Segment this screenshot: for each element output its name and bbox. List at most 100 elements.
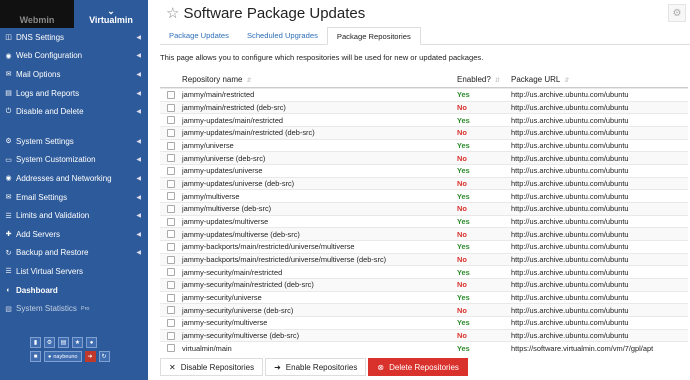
row-checkbox[interactable] bbox=[167, 179, 175, 188]
sidebar-item-disable-and-delete[interactable]: ⏻ Disable and Delete ◀ bbox=[0, 102, 148, 121]
disable-repositories-button[interactable]: ✕ Disable Repositories bbox=[160, 358, 264, 376]
palette-icon[interactable]: ● bbox=[86, 337, 97, 348]
table-row[interactable]: jammy/universe Yes http://us.archive.ubunt… bbox=[160, 138, 688, 152]
user-button[interactable]: ● naybeuno bbox=[44, 351, 82, 362]
table-row[interactable]: jammy/universe (deb-src) No http://us.arch… bbox=[160, 151, 688, 165]
table-row[interactable]: jammy-updates/universe (deb-src) No http:/… bbox=[160, 176, 688, 190]
row-checkbox[interactable] bbox=[167, 268, 175, 277]
sidebar-item-mail-options[interactable]: ✉ Mail Options ◀ bbox=[0, 65, 148, 84]
table-row[interactable]: jammy-security/universe (deb-src) No http:… bbox=[160, 303, 688, 317]
table-row[interactable]: jammy-security/universe Yes http://us.arch… bbox=[160, 290, 688, 304]
tab-package-repositories[interactable]: Package Repositories bbox=[326, 27, 421, 45]
table-row[interactable]: jammy/multiverse Yes http://us.archive.ubu… bbox=[160, 189, 688, 202]
row-checkbox[interactable] bbox=[167, 293, 175, 302]
row-checkbox[interactable] bbox=[167, 242, 175, 251]
sidebar-item-system-customization[interactable]: ▭ System Customization ◀ bbox=[0, 151, 148, 170]
table-row[interactable]: jammy/multiverse (deb-src) No http://us.ar… bbox=[160, 202, 688, 215]
mail-icon: ✉ bbox=[5, 71, 12, 79]
sidebar-item-system-settings[interactable]: ⚙ System Settings ◀ bbox=[0, 132, 148, 151]
enabled-status: Yes bbox=[457, 90, 470, 100]
row-checkbox[interactable] bbox=[167, 306, 175, 315]
repository-name: jammy-security/multiverse bbox=[182, 318, 268, 328]
enabled-status: Yes bbox=[457, 191, 470, 201]
sidebar-item-limits-and-validation[interactable]: ☰ Limits and Validation ◀ bbox=[0, 206, 148, 225]
row-checkbox[interactable] bbox=[167, 128, 175, 137]
refresh-icon[interactable]: ↻ bbox=[98, 351, 110, 362]
row-checkbox[interactable] bbox=[167, 255, 175, 264]
row-checkbox[interactable] bbox=[167, 217, 175, 226]
package-url: http://us.archive.ubuntu.com/ubuntu bbox=[511, 166, 629, 176]
logout-icon[interactable]: ➜ bbox=[84, 351, 96, 362]
sidebar-item-email-settings[interactable]: ✉ Email Settings ◀ bbox=[0, 188, 148, 207]
row-checkbox[interactable] bbox=[167, 154, 175, 163]
delete-repositories-button[interactable]: ⊗ Delete Repositories bbox=[368, 358, 468, 376]
tab-package-updates[interactable]: Package Updates bbox=[160, 27, 238, 44]
sort-icon: ⇵ bbox=[564, 77, 570, 84]
tab-scheduled-upgrades[interactable]: Scheduled Upgrades bbox=[238, 27, 327, 44]
row-checkbox[interactable] bbox=[167, 116, 175, 125]
sidebar-item-dns-settings[interactable]: ◫ DNS Settings ◀ bbox=[0, 28, 148, 47]
tab-webmin[interactable]: Webmin bbox=[0, 0, 74, 28]
row-checkbox[interactable] bbox=[167, 344, 175, 353]
row-checkbox[interactable] bbox=[167, 230, 175, 239]
repository-name: jammy-security/multiverse (deb-src) bbox=[182, 331, 300, 341]
table-row[interactable]: jammy/main/restricted (deb-src) No http://… bbox=[160, 100, 688, 114]
star-icon[interactable]: ★ bbox=[72, 337, 83, 348]
row-checkbox[interactable] bbox=[167, 331, 175, 340]
table-row[interactable]: virtualmin/main Yes https://software.virtu… bbox=[160, 341, 688, 354]
enabled-status: Yes bbox=[457, 318, 470, 328]
sidebar-item-label: Email Settings bbox=[16, 192, 68, 202]
row-checkbox[interactable] bbox=[167, 141, 175, 150]
sidebar-item-web-configuration[interactable]: ◉ Web Configuration ◀ bbox=[0, 47, 148, 66]
row-checkbox[interactable] bbox=[167, 192, 175, 201]
row-checkbox[interactable] bbox=[167, 166, 175, 175]
package-url: http://us.archive.ubuntu.com/ubuntu bbox=[511, 217, 629, 227]
gear-icon[interactable]: ⚙ bbox=[44, 337, 55, 348]
enabled-status: Yes bbox=[457, 293, 470, 303]
row-checkbox[interactable] bbox=[167, 280, 175, 289]
sidebar-item-label: System Customization bbox=[16, 155, 96, 165]
row-checkbox[interactable] bbox=[167, 318, 175, 327]
row-checkbox[interactable] bbox=[167, 204, 175, 213]
col-repository-name[interactable]: Repository name ⇵ bbox=[182, 75, 454, 84]
sidebar-item-system-statistics[interactable]: ▧ System Statistics Pro bbox=[0, 299, 148, 318]
lock-icon[interactable]: ■ bbox=[30, 351, 41, 362]
caret-left-icon: ◀ bbox=[136, 231, 141, 238]
tab-virtualmin[interactable]: ⌄ Virtualmin bbox=[74, 0, 148, 28]
sidebar-item-backup-and-restore[interactable]: ↻ Backup and Restore ◀ bbox=[0, 244, 148, 263]
sidebar-item-add-servers[interactable]: ✚ Add Servers ◀ bbox=[0, 225, 148, 244]
table-row[interactable]: jammy-security/main/restricted (deb-src)… bbox=[160, 278, 688, 291]
sidebar-item-label: Mail Options bbox=[16, 69, 61, 79]
table-row[interactable]: jammy-updates/multiverse Yes http://us.arc… bbox=[160, 214, 688, 228]
table-row[interactable]: jammy-updates/main/restricted Yes http://u… bbox=[160, 113, 688, 126]
webmin-icon[interactable]: ▮ bbox=[30, 337, 41, 348]
col-package-url[interactable]: Package URL ⇵ bbox=[511, 75, 688, 84]
table-row[interactable]: jammy-updates/main/restricted (deb-src) N… bbox=[160, 126, 688, 139]
caret-left-icon: ◀ bbox=[136, 109, 141, 116]
table-row[interactable]: jammy-security/main/restricted Yes http://… bbox=[160, 265, 688, 278]
sidebar-item-addresses-and-networking[interactable]: ◉ Addresses and Networking ◀ bbox=[0, 169, 148, 188]
main-content: ☆ Software Package Updates ⚙ Package Upd… bbox=[150, 0, 690, 380]
terminal-icon[interactable]: ▤ bbox=[58, 337, 69, 348]
favorite-star-icon[interactable]: ☆ bbox=[166, 6, 179, 21]
table-row[interactable]: jammy-updates/multiverse (deb-src) No http… bbox=[160, 227, 688, 241]
table-row[interactable]: jammy-security/multiverse Yes http://us.ar… bbox=[160, 316, 688, 329]
sidebar-item-list-virtual-servers[interactable]: ☰ List Virtual Servers bbox=[0, 262, 148, 281]
table-row[interactable]: jammy/main/restricted Yes http://us.archiv… bbox=[160, 88, 688, 101]
repositories-table: Repository name ⇵ Enabled? ⇵ Package URL ⇵ … bbox=[160, 71, 688, 354]
table-row[interactable]: jammy-updates/universe Yes http://us.archi… bbox=[160, 164, 688, 177]
table-row[interactable]: jammy-backports/main/restricted/universe… bbox=[160, 252, 688, 266]
row-checkbox[interactable] bbox=[167, 90, 175, 99]
repository-name: jammy-updates/universe bbox=[182, 166, 263, 176]
enable-repositories-button[interactable]: ➜ Enable Repositories bbox=[265, 358, 367, 376]
table-row[interactable]: jammy-security/multiverse (deb-src) No htt… bbox=[160, 328, 688, 342]
sidebar-item-dashboard[interactable]: ◐ Dashboard bbox=[0, 281, 148, 300]
row-checkbox[interactable] bbox=[167, 103, 175, 112]
col-enabled[interactable]: Enabled? ⇵ bbox=[454, 75, 511, 84]
chevron-down-icon: ⌄ bbox=[107, 6, 115, 16]
table-row[interactable]: jammy-backports/main/restricted/universe… bbox=[160, 240, 688, 253]
module-config-button[interactable]: ⚙ bbox=[668, 4, 686, 22]
desktop-icon: ▭ bbox=[5, 156, 12, 164]
package-url: http://us.archive.ubuntu.com/ubuntu bbox=[511, 229, 629, 239]
sidebar-item-logs-and-reports[interactable]: ▤ Logs and Reports ◀ bbox=[0, 84, 148, 103]
